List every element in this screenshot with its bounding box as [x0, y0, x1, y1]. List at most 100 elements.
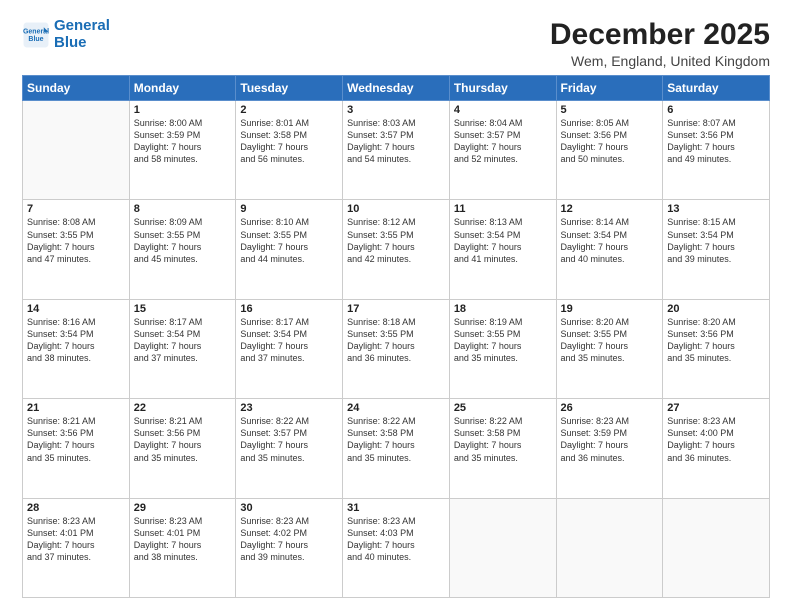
day-number: 23	[240, 402, 338, 414]
table-row: 31Sunrise: 8:23 AM Sunset: 4:03 PM Dayli…	[343, 498, 450, 597]
day-number: 31	[347, 502, 445, 514]
calendar-week-row: 21Sunrise: 8:21 AM Sunset: 3:56 PM Dayli…	[23, 399, 770, 498]
table-row: 25Sunrise: 8:22 AM Sunset: 3:58 PM Dayli…	[449, 399, 556, 498]
day-info: Sunrise: 8:20 AM Sunset: 3:55 PM Dayligh…	[561, 316, 659, 365]
day-number: 17	[347, 303, 445, 315]
day-info: Sunrise: 8:03 AM Sunset: 3:57 PM Dayligh…	[347, 117, 445, 166]
day-number: 11	[454, 203, 552, 215]
subtitle: Wem, England, United Kingdom	[550, 53, 770, 69]
table-row: 11Sunrise: 8:13 AM Sunset: 3:54 PM Dayli…	[449, 200, 556, 299]
table-row: 7Sunrise: 8:08 AM Sunset: 3:55 PM Daylig…	[23, 200, 130, 299]
day-info: Sunrise: 8:23 AM Sunset: 4:03 PM Dayligh…	[347, 515, 445, 564]
table-row: 10Sunrise: 8:12 AM Sunset: 3:55 PM Dayli…	[343, 200, 450, 299]
table-row: 9Sunrise: 8:10 AM Sunset: 3:55 PM Daylig…	[236, 200, 343, 299]
table-row: 4Sunrise: 8:04 AM Sunset: 3:57 PM Daylig…	[449, 101, 556, 200]
table-row: 28Sunrise: 8:23 AM Sunset: 4:01 PM Dayli…	[23, 498, 130, 597]
table-row: 17Sunrise: 8:18 AM Sunset: 3:55 PM Dayli…	[343, 299, 450, 398]
table-row: 14Sunrise: 8:16 AM Sunset: 3:54 PM Dayli…	[23, 299, 130, 398]
day-info: Sunrise: 8:05 AM Sunset: 3:56 PM Dayligh…	[561, 117, 659, 166]
day-info: Sunrise: 8:23 AM Sunset: 3:59 PM Dayligh…	[561, 415, 659, 464]
calendar-week-row: 7Sunrise: 8:08 AM Sunset: 3:55 PM Daylig…	[23, 200, 770, 299]
day-number: 18	[454, 303, 552, 315]
table-row: 20Sunrise: 8:20 AM Sunset: 3:56 PM Dayli…	[663, 299, 770, 398]
col-header-thursday: Thursday	[449, 76, 556, 101]
table-row	[663, 498, 770, 597]
col-header-sunday: Sunday	[23, 76, 130, 101]
table-row: 27Sunrise: 8:23 AM Sunset: 4:00 PM Dayli…	[663, 399, 770, 498]
calendar-week-row: 14Sunrise: 8:16 AM Sunset: 3:54 PM Dayli…	[23, 299, 770, 398]
table-row: 24Sunrise: 8:22 AM Sunset: 3:58 PM Dayli…	[343, 399, 450, 498]
day-info: Sunrise: 8:14 AM Sunset: 3:54 PM Dayligh…	[561, 216, 659, 265]
table-row: 18Sunrise: 8:19 AM Sunset: 3:55 PM Dayli…	[449, 299, 556, 398]
day-number: 21	[27, 402, 125, 414]
title-block: December 2025 Wem, England, United Kingd…	[550, 18, 770, 69]
day-number: 30	[240, 502, 338, 514]
table-row	[449, 498, 556, 597]
col-header-tuesday: Tuesday	[236, 76, 343, 101]
table-row: 13Sunrise: 8:15 AM Sunset: 3:54 PM Dayli…	[663, 200, 770, 299]
day-info: Sunrise: 8:15 AM Sunset: 3:54 PM Dayligh…	[667, 216, 765, 265]
day-info: Sunrise: 8:22 AM Sunset: 3:58 PM Dayligh…	[454, 415, 552, 464]
day-info: Sunrise: 8:18 AM Sunset: 3:55 PM Dayligh…	[347, 316, 445, 365]
table-row	[556, 498, 663, 597]
table-row: 2Sunrise: 8:01 AM Sunset: 3:58 PM Daylig…	[236, 101, 343, 200]
day-info: Sunrise: 8:08 AM Sunset: 3:55 PM Dayligh…	[27, 216, 125, 265]
day-info: Sunrise: 8:22 AM Sunset: 3:57 PM Dayligh…	[240, 415, 338, 464]
calendar-week-row: 28Sunrise: 8:23 AM Sunset: 4:01 PM Dayli…	[23, 498, 770, 597]
day-number: 8	[134, 203, 232, 215]
day-number: 6	[667, 104, 765, 116]
logo-text: GeneralBlue	[54, 18, 110, 51]
table-row: 5Sunrise: 8:05 AM Sunset: 3:56 PM Daylig…	[556, 101, 663, 200]
calendar-week-row: 1Sunrise: 8:00 AM Sunset: 3:59 PM Daylig…	[23, 101, 770, 200]
table-row: 19Sunrise: 8:20 AM Sunset: 3:55 PM Dayli…	[556, 299, 663, 398]
table-row: 15Sunrise: 8:17 AM Sunset: 3:54 PM Dayli…	[129, 299, 236, 398]
day-number: 5	[561, 104, 659, 116]
day-info: Sunrise: 8:21 AM Sunset: 3:56 PM Dayligh…	[27, 415, 125, 464]
day-info: Sunrise: 8:21 AM Sunset: 3:56 PM Dayligh…	[134, 415, 232, 464]
header: General Blue GeneralBlue December 2025 W…	[22, 18, 770, 69]
table-row: 8Sunrise: 8:09 AM Sunset: 3:55 PM Daylig…	[129, 200, 236, 299]
col-header-saturday: Saturday	[663, 76, 770, 101]
day-number: 20	[667, 303, 765, 315]
day-info: Sunrise: 8:17 AM Sunset: 3:54 PM Dayligh…	[240, 316, 338, 365]
day-number: 7	[27, 203, 125, 215]
day-info: Sunrise: 8:23 AM Sunset: 4:00 PM Dayligh…	[667, 415, 765, 464]
table-row: 12Sunrise: 8:14 AM Sunset: 3:54 PM Dayli…	[556, 200, 663, 299]
day-info: Sunrise: 8:09 AM Sunset: 3:55 PM Dayligh…	[134, 216, 232, 265]
day-info: Sunrise: 8:01 AM Sunset: 3:58 PM Dayligh…	[240, 117, 338, 166]
table-row: 3Sunrise: 8:03 AM Sunset: 3:57 PM Daylig…	[343, 101, 450, 200]
calendar-header-row: Sunday Monday Tuesday Wednesday Thursday…	[23, 76, 770, 101]
day-info: Sunrise: 8:04 AM Sunset: 3:57 PM Dayligh…	[454, 117, 552, 166]
day-info: Sunrise: 8:10 AM Sunset: 3:55 PM Dayligh…	[240, 216, 338, 265]
day-number: 26	[561, 402, 659, 414]
day-info: Sunrise: 8:20 AM Sunset: 3:56 PM Dayligh…	[667, 316, 765, 365]
day-number: 3	[347, 104, 445, 116]
day-number: 29	[134, 502, 232, 514]
table-row: 22Sunrise: 8:21 AM Sunset: 3:56 PM Dayli…	[129, 399, 236, 498]
day-number: 4	[454, 104, 552, 116]
day-number: 9	[240, 203, 338, 215]
table-row: 23Sunrise: 8:22 AM Sunset: 3:57 PM Dayli…	[236, 399, 343, 498]
table-row: 6Sunrise: 8:07 AM Sunset: 3:56 PM Daylig…	[663, 101, 770, 200]
day-number: 28	[27, 502, 125, 514]
day-info: Sunrise: 8:17 AM Sunset: 3:54 PM Dayligh…	[134, 316, 232, 365]
page: General Blue GeneralBlue December 2025 W…	[0, 0, 792, 612]
table-row: 21Sunrise: 8:21 AM Sunset: 3:56 PM Dayli…	[23, 399, 130, 498]
day-info: Sunrise: 8:22 AM Sunset: 3:58 PM Dayligh…	[347, 415, 445, 464]
table-row: 26Sunrise: 8:23 AM Sunset: 3:59 PM Dayli…	[556, 399, 663, 498]
day-number: 15	[134, 303, 232, 315]
day-number: 2	[240, 104, 338, 116]
day-number: 10	[347, 203, 445, 215]
day-number: 1	[134, 104, 232, 116]
logo: General Blue GeneralBlue	[22, 18, 110, 51]
day-info: Sunrise: 8:19 AM Sunset: 3:55 PM Dayligh…	[454, 316, 552, 365]
table-row: 30Sunrise: 8:23 AM Sunset: 4:02 PM Dayli…	[236, 498, 343, 597]
day-number: 22	[134, 402, 232, 414]
day-number: 19	[561, 303, 659, 315]
day-info: Sunrise: 8:16 AM Sunset: 3:54 PM Dayligh…	[27, 316, 125, 365]
day-number: 14	[27, 303, 125, 315]
day-info: Sunrise: 8:12 AM Sunset: 3:55 PM Dayligh…	[347, 216, 445, 265]
table-row: 29Sunrise: 8:23 AM Sunset: 4:01 PM Dayli…	[129, 498, 236, 597]
calendar-table: Sunday Monday Tuesday Wednesday Thursday…	[22, 75, 770, 598]
table-row: 16Sunrise: 8:17 AM Sunset: 3:54 PM Dayli…	[236, 299, 343, 398]
